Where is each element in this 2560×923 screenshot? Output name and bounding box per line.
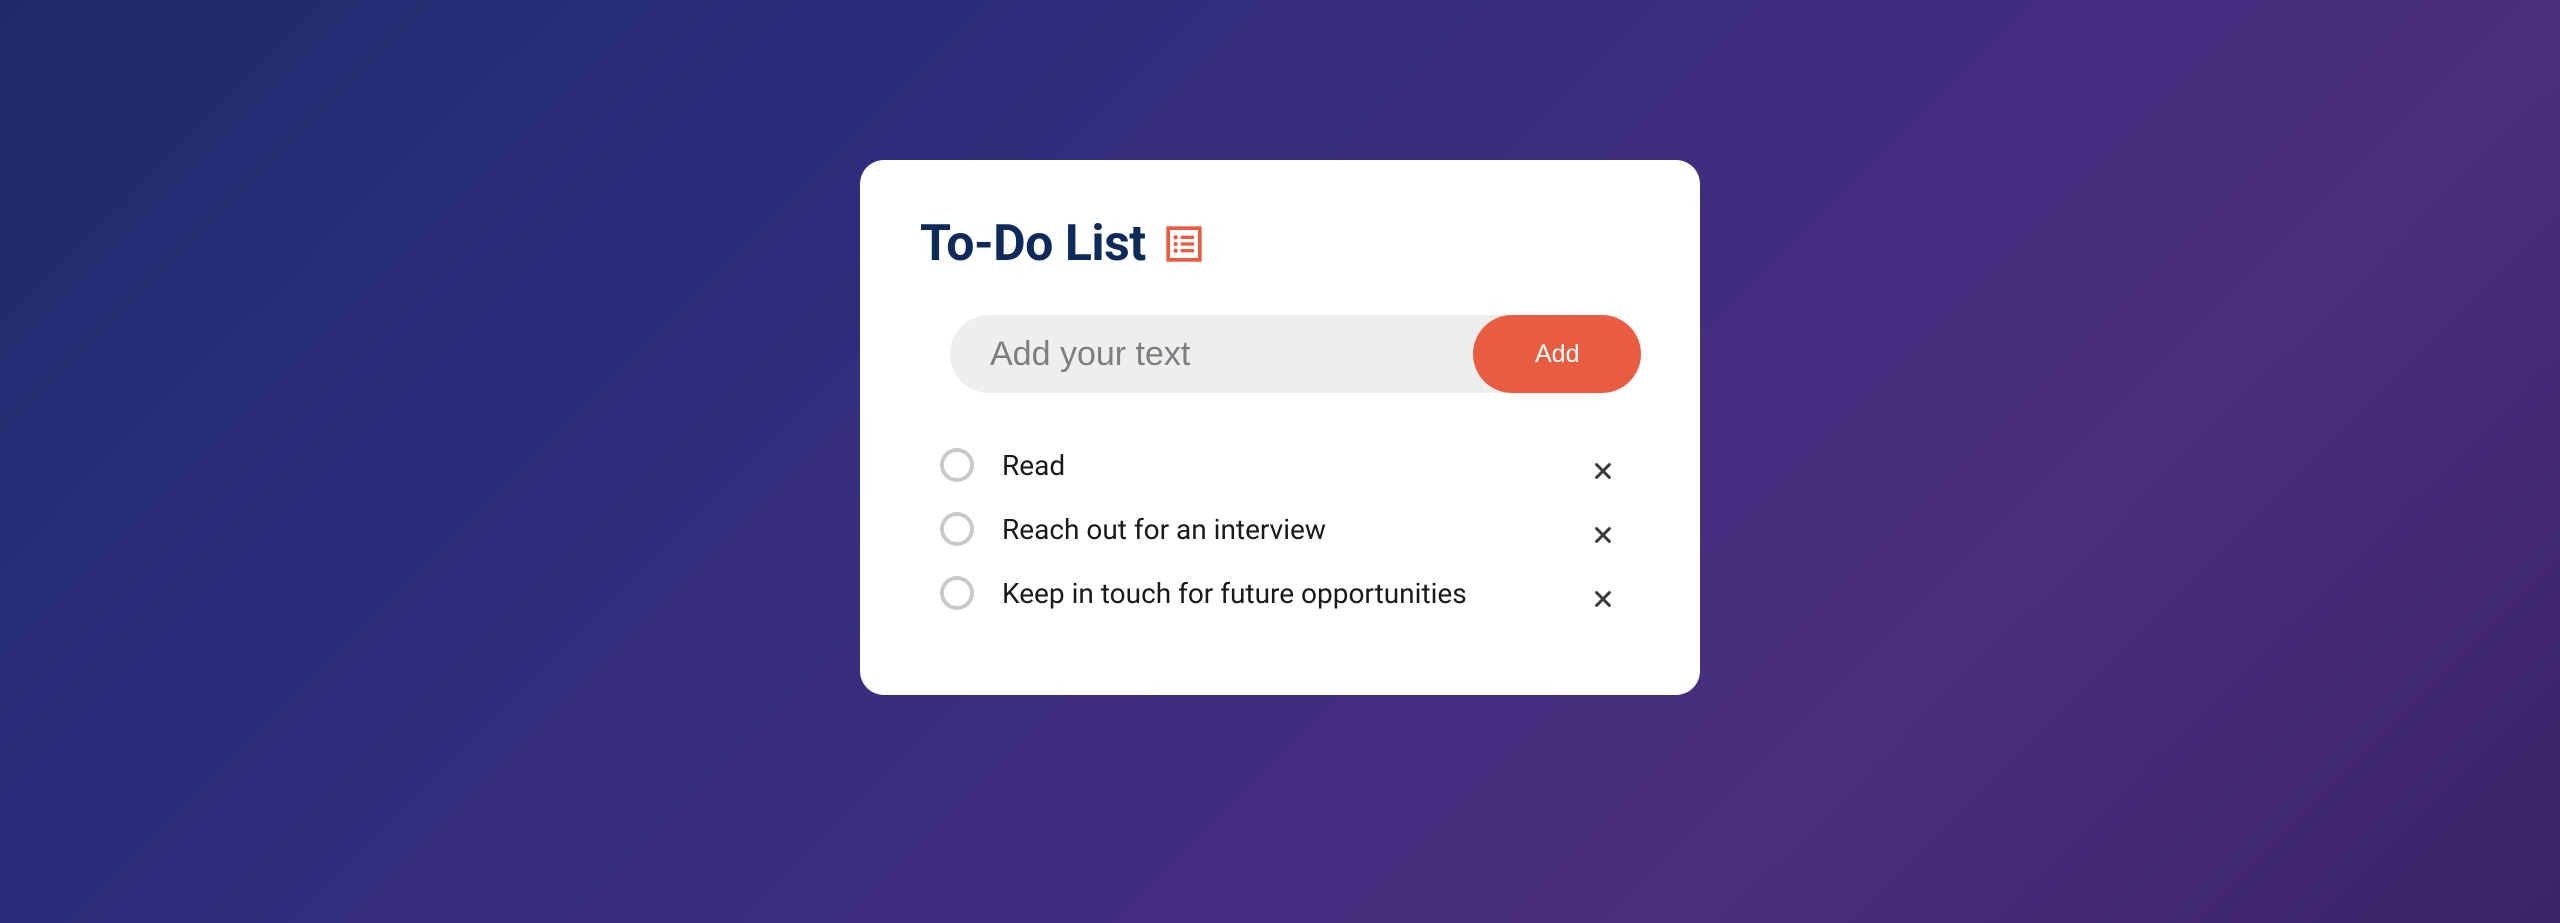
todo-card: To-Do List Add Read Reach [860, 160, 1700, 695]
check-circle[interactable] [940, 512, 974, 546]
task-input[interactable] [950, 315, 1473, 393]
add-button[interactable]: Add [1473, 315, 1641, 393]
check-circle[interactable] [940, 448, 974, 482]
input-row: Add [950, 315, 1610, 393]
delete-button[interactable] [1586, 582, 1620, 616]
list-item: Reach out for an interview [940, 512, 1620, 546]
task-text: Read [1002, 449, 1558, 482]
page-title: To-Do List [920, 215, 1146, 273]
delete-button[interactable] [1586, 518, 1620, 552]
list-icon [1164, 224, 1204, 264]
list-item: Keep in touch for future opportunities [940, 576, 1620, 610]
task-list: Read Reach out for an interview Keep in … [920, 448, 1640, 610]
task-text: Keep in touch for future opportunities [1002, 577, 1558, 610]
delete-button[interactable] [1586, 454, 1620, 488]
check-circle[interactable] [940, 576, 974, 610]
card-header: To-Do List [920, 215, 1640, 273]
task-text: Reach out for an interview [1002, 513, 1558, 546]
list-item: Read [940, 448, 1620, 482]
